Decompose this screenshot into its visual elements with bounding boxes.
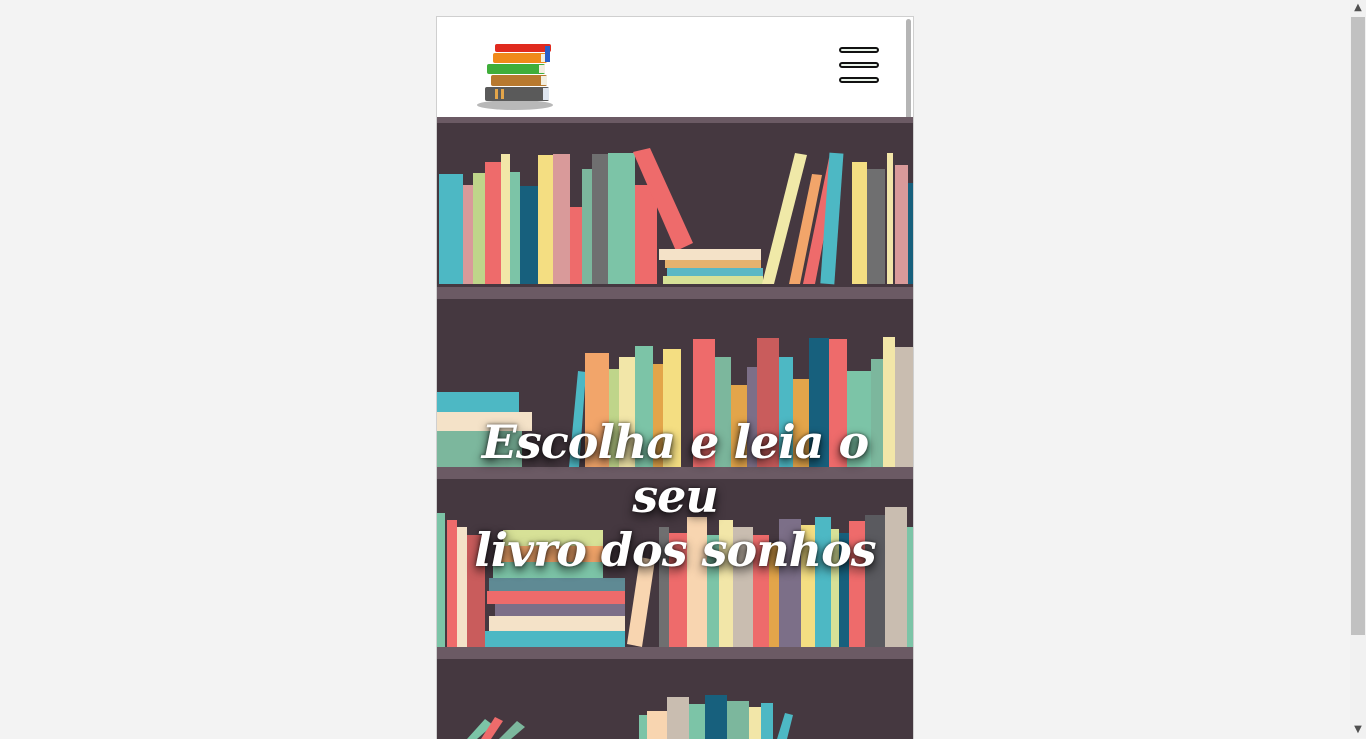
chevron-up-icon[interactable]: ▲ bbox=[1350, 0, 1366, 16]
hamburger-icon[interactable] bbox=[839, 47, 881, 87]
inner-scrollbar[interactable] bbox=[906, 19, 911, 119]
stacked-books-icon[interactable] bbox=[473, 39, 563, 111]
hero-title-line1: Escolha e leia o seu bbox=[481, 415, 869, 523]
hamburger-bar bbox=[839, 47, 879, 53]
site-header bbox=[437, 17, 913, 117]
hero-title: Escolha e leia o seu livro dos sonhos bbox=[437, 415, 913, 577]
chevron-down-icon[interactable]: ▼ bbox=[1350, 722, 1366, 738]
page-scrollbar[interactable]: ▲ ▼ bbox=[1350, 0, 1366, 738]
page: Escolha e leia o seu livro dos sonhos ▲ … bbox=[0, 0, 1366, 739]
hamburger-bar bbox=[839, 62, 879, 68]
mobile-frame: Escolha e leia o seu livro dos sonhos bbox=[436, 16, 914, 739]
hamburger-bar bbox=[839, 77, 879, 83]
hero-banner: Escolha e leia o seu livro dos sonhos bbox=[437, 117, 913, 739]
scrollbar-thumb[interactable] bbox=[1351, 17, 1365, 635]
hero-title-line2: livro dos sonhos bbox=[474, 523, 876, 577]
